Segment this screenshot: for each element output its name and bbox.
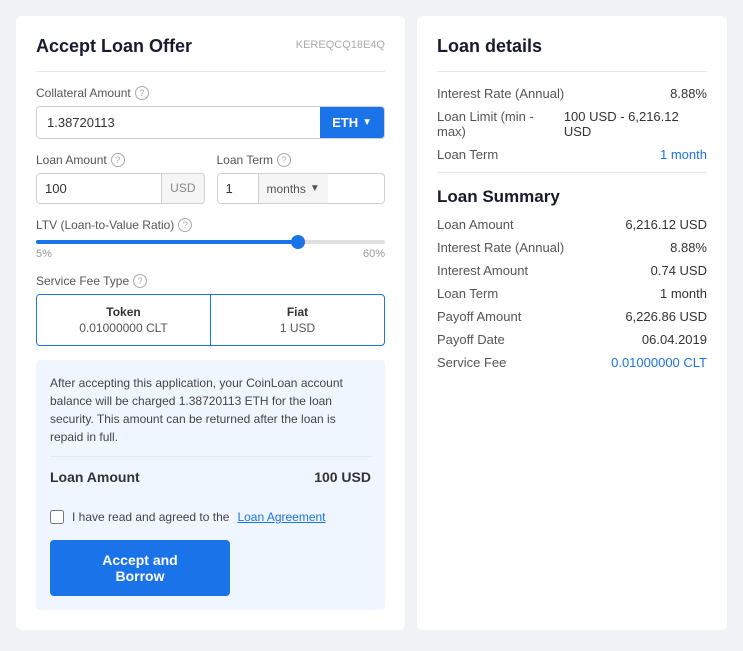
- summary-item-label: Loan Amount: [437, 217, 514, 232]
- loan-limit-row: Loan Limit (min - max) 100 USD - 6,216.1…: [437, 109, 707, 139]
- agreement-checkbox[interactable]: [50, 510, 64, 524]
- summary-item-value: 6,226.86 USD: [625, 309, 707, 324]
- title-row: Accept Loan Offer KEREQCQ18E4Q: [36, 36, 385, 72]
- ltv-max: 60%: [363, 248, 385, 260]
- summary-item-label: Payoff Date: [437, 332, 505, 347]
- summary-item-label: Loan Term: [437, 286, 498, 301]
- loan-summary-title: Loan Summary: [437, 187, 707, 207]
- loan-term-help-icon[interactable]: ?: [277, 153, 291, 167]
- summary-item-label: Interest Rate (Annual): [437, 240, 564, 255]
- fee-fiat-title: Fiat: [221, 305, 374, 319]
- summary-value: 100 USD: [314, 467, 371, 488]
- summary-item-label: Interest Amount: [437, 263, 528, 278]
- loan-term-label: Loan Term ?: [217, 153, 386, 167]
- loan-amount-summary: Loan Amount 100 USD: [50, 456, 371, 498]
- ltv-label: LTV (Loan-to-Value Ratio) ?: [36, 218, 385, 232]
- summary-row: Service Fee 0.01000000 CLT: [437, 355, 707, 370]
- loan-amount-input[interactable]: [37, 174, 161, 203]
- service-fee-section: Service Fee Type ? Token 0.01000000 CLT …: [36, 274, 385, 346]
- summary-item-label: Service Fee: [437, 355, 506, 370]
- summary-section: Loan Amount 6,216.12 USD Interest Rate (An…: [437, 217, 707, 370]
- summary-item-value: 0.01000000 CLT: [611, 355, 707, 370]
- loan-amount-input-group: USD: [36, 173, 205, 204]
- divider: [437, 172, 707, 173]
- loan-amount-label: Loan Amount ?: [36, 153, 205, 167]
- collateral-label: Collateral Amount ?: [36, 86, 385, 100]
- ltv-track: [36, 240, 385, 244]
- summary-item-value: 8.88%: [670, 240, 707, 255]
- summary-item-label: Payoff Amount: [437, 309, 521, 324]
- accept-borrow-button[interactable]: Accept and Borrow: [50, 540, 230, 596]
- ltv-help-icon[interactable]: ?: [178, 218, 192, 232]
- fee-token-value: 0.01000000 CLT: [47, 321, 200, 335]
- summary-row: Loan Amount 6,216.12 USD: [437, 217, 707, 232]
- fee-fiat-value: 1 USD: [221, 321, 374, 335]
- collateral-input[interactable]: [37, 107, 320, 138]
- fee-option-token[interactable]: Token 0.01000000 CLT: [37, 295, 211, 345]
- right-title-row: Loan details: [437, 36, 707, 72]
- loan-term-details-label: Loan Term: [437, 147, 498, 162]
- loan-term-group: Loan Term ? months ▼: [217, 153, 386, 204]
- loan-amount-group: Loan Amount ? USD: [36, 153, 205, 204]
- summary-label: Loan Amount: [50, 467, 140, 488]
- agreement-link[interactable]: Loan Agreement: [237, 508, 325, 526]
- page-title: Accept Loan Offer: [36, 36, 192, 57]
- interest-rate-value: 8.88%: [670, 86, 707, 101]
- loan-term-unit[interactable]: months ▼: [258, 174, 328, 203]
- loan-term-details-value: 1 month: [660, 147, 707, 162]
- summary-item-value: 0.74 USD: [651, 263, 707, 278]
- ltv-section: LTV (Loan-to-Value Ratio) ? 5% 60%: [36, 218, 385, 260]
- ltv-slider[interactable]: [36, 240, 385, 244]
- service-fee-label: Service Fee Type ?: [36, 274, 385, 288]
- interest-rate-label: Interest Rate (Annual): [437, 86, 564, 101]
- loan-limit-value: 100 USD - 6,216.12 USD: [564, 109, 707, 139]
- ltv-thumb[interactable]: [291, 235, 305, 249]
- summary-row: Loan Term 1 month: [437, 286, 707, 301]
- fee-option-fiat[interactable]: Fiat 1 USD: [211, 295, 384, 345]
- service-fee-help-icon[interactable]: ?: [133, 274, 147, 288]
- summary-item-value: 1 month: [660, 286, 707, 301]
- loan-term-input[interactable]: [218, 174, 258, 203]
- interest-rate-row: Interest Rate (Annual) 8.88%: [437, 86, 707, 101]
- term-chevron-icon: ▼: [310, 183, 320, 194]
- ltv-min: 5%: [36, 248, 52, 260]
- summary-row: Payoff Date 06.04.2019: [437, 332, 707, 347]
- loan-term-details-row: Loan Term 1 month: [437, 147, 707, 162]
- summary-row: Interest Amount 0.74 USD: [437, 263, 707, 278]
- left-panel: Accept Loan Offer KEREQCQ18E4Q Collatera…: [16, 16, 405, 630]
- currency-chevron-icon: ▼: [362, 117, 372, 128]
- agreement-text: I have read and agreed to the: [72, 508, 229, 526]
- summary-row: Payoff Amount 6,226.86 USD: [437, 309, 707, 324]
- info-text: After accepting this application, your C…: [50, 374, 371, 446]
- info-box: After accepting this application, your C…: [36, 360, 385, 610]
- loan-term-input-group: months ▼: [217, 173, 386, 204]
- amount-term-row: Loan Amount ? USD Loan Term ? months: [36, 153, 385, 204]
- summary-item-value: 6,216.12 USD: [625, 217, 707, 232]
- ltv-fill: [36, 240, 298, 244]
- summary-row: Interest Rate (Annual) 8.88%: [437, 240, 707, 255]
- fee-options-group: Token 0.01000000 CLT Fiat 1 USD: [36, 294, 385, 346]
- loan-limit-label: Loan Limit (min - max): [437, 109, 564, 139]
- summary-item-value: 06.04.2019: [642, 332, 707, 347]
- loan-details-title: Loan details: [437, 36, 542, 57]
- collateral-help-icon[interactable]: ?: [135, 86, 149, 100]
- collateral-currency-btn[interactable]: ETH ▼: [320, 107, 384, 138]
- main-container: Accept Loan Offer KEREQCQ18E4Q Collatera…: [16, 16, 727, 630]
- loan-amount-help-icon[interactable]: ?: [111, 153, 125, 167]
- fee-token-title: Token: [47, 305, 200, 319]
- ltv-range-labels: 5% 60%: [36, 248, 385, 260]
- offer-id: KEREQCQ18E4Q: [296, 39, 385, 51]
- agreement-row: I have read and agreed to the Loan Agree…: [50, 508, 371, 526]
- loan-amount-currency: USD: [161, 174, 203, 203]
- collateral-input-group: ETH ▼: [36, 106, 385, 139]
- right-panel: Loan details Interest Rate (Annual) 8.88…: [417, 16, 727, 630]
